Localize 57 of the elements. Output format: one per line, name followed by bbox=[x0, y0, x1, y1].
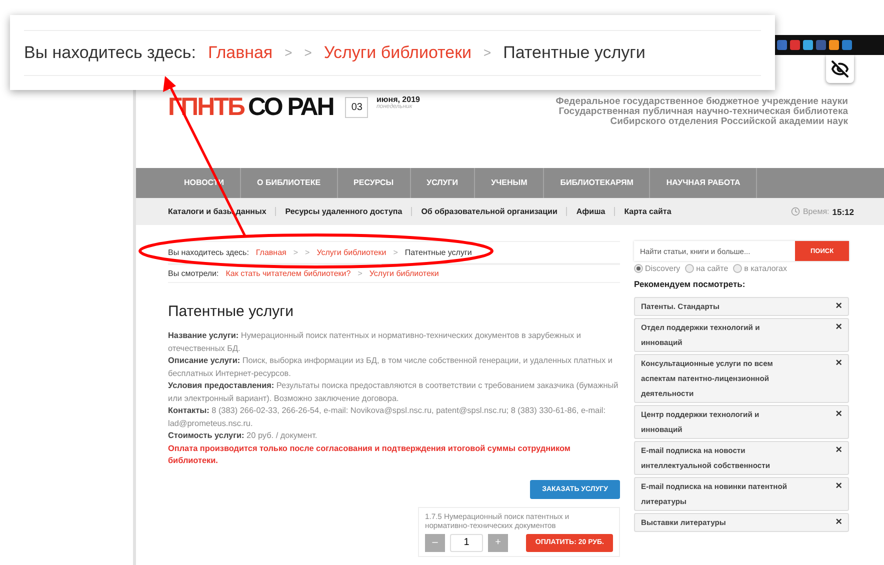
search-scope-option[interactable]: на сайте bbox=[685, 264, 728, 273]
breadcrumb-current: Патентные услуги bbox=[404, 248, 472, 257]
breadcrumb-separator: > bbox=[284, 45, 292, 60]
payment-notice: Оплата производится только после согласования и подтверждения итоговой суммы сотрудником библиотеки. bbox=[168, 442, 572, 467]
breadcrumb-separator: > bbox=[484, 45, 492, 60]
radio-button[interactable] bbox=[733, 264, 742, 273]
breadcrumb-label: Вы смотрели: bbox=[168, 269, 219, 278]
submenu-link[interactable]: Карта сайта bbox=[614, 207, 680, 216]
submenu-link[interactable]: Ресурсы удаленного доступа bbox=[275, 207, 412, 216]
page-title: Патентные услуги bbox=[168, 303, 295, 320]
search-scope-option[interactable]: Discovery bbox=[634, 264, 680, 273]
close-button[interactable]: × bbox=[836, 514, 842, 530]
option-label: в каталогах bbox=[744, 264, 787, 273]
breadcrumb-link[interactable]: Услуги библиотеки bbox=[324, 42, 472, 62]
quantity-field[interactable]: 1 bbox=[450, 534, 483, 552]
breadcrumb-link[interactable]: Главная bbox=[256, 248, 286, 257]
eye-off-icon bbox=[831, 60, 849, 78]
breadcrumb-label: Вы находитесь здесь: bbox=[168, 248, 249, 257]
breadcrumb-separator: > bbox=[305, 248, 310, 257]
close-button[interactable]: × bbox=[836, 319, 842, 335]
breadcrumb-link[interactable]: Услуги библиотеки bbox=[316, 248, 386, 257]
date-month: июня, 2019 bbox=[376, 94, 420, 104]
close-button[interactable]: × bbox=[836, 355, 842, 371]
service-detail: Описание услуги: Поиск, выборка информации из БД, в том числе собственной генерации, и удаленных платных и бесплатных Интернет-ресурсов. bbox=[168, 355, 614, 380]
date-day: 03 bbox=[345, 96, 368, 118]
organization-name: Государственная публичная научно-техническая библиотека bbox=[558, 107, 848, 117]
time-label: Время: bbox=[802, 207, 830, 216]
breadcrumb-separator: > bbox=[293, 248, 298, 257]
service-detail: Название услуги: Нумерационный поиск патентных и нормативно-технических документов в зарубежных и отечественных БД. bbox=[168, 330, 582, 355]
breadcrumb-separator: > bbox=[393, 248, 398, 257]
history-link[interactable]: Как стать читателем библиотеки? bbox=[226, 269, 351, 278]
accessibility-button[interactable] bbox=[826, 55, 854, 83]
close-button[interactable]: × bbox=[836, 406, 842, 422]
organization-name: Сибирского отделения Российской академии наук bbox=[610, 117, 848, 127]
breadcrumb-link[interactable]: Главная bbox=[208, 42, 273, 62]
radio-button[interactable] bbox=[634, 264, 643, 273]
breadcrumb-separator: > bbox=[304, 45, 312, 60]
radio-button[interactable] bbox=[685, 264, 694, 273]
breadcrumb-label: Вы находитесь здесь: bbox=[24, 42, 196, 62]
service-detail: Контакты: 8 (383) 266-02-33, 266-26-54, e-mail: Novikova@spsl.nsc.ru, patent@spsl.nsc.ru; 8 (383) 330-61-86, e-mail: lad@prometeus.nsc.ru. bbox=[168, 405, 607, 430]
submenu-link[interactable]: Об образовательной организации bbox=[411, 207, 566, 216]
close-button[interactable]: × bbox=[836, 442, 842, 458]
submenu-link[interactable]: Афиша bbox=[566, 207, 614, 216]
clock-icon bbox=[790, 207, 800, 216]
breadcrumb-current: Патентные услуги bbox=[503, 42, 646, 62]
breadcrumb-separator: > bbox=[358, 269, 362, 278]
recommend-heading: Рекомендуем посмотреть: bbox=[634, 279, 746, 289]
option-label: на сайте bbox=[696, 264, 728, 273]
organization-name: Федеральное государственное бюджетное учреждение науки bbox=[556, 97, 848, 107]
service-detail: Условия предоставления: Результаты поиска предоставляются в соответствии с требованием заказчика (бумажный или электронный вариант). Возможно заключение договора. bbox=[168, 380, 620, 405]
time-value: 15:12 bbox=[832, 206, 854, 216]
option-label: Discovery bbox=[645, 264, 680, 273]
close-button[interactable]: × bbox=[836, 478, 842, 494]
history-link[interactable]: Услуги библиотеки bbox=[369, 269, 439, 278]
service-detail: Стоимость услуги: 20 руб. / документ. bbox=[168, 430, 318, 442]
search-scope-option[interactable]: в каталогах bbox=[733, 264, 787, 273]
close-button[interactable]: × bbox=[836, 298, 842, 314]
